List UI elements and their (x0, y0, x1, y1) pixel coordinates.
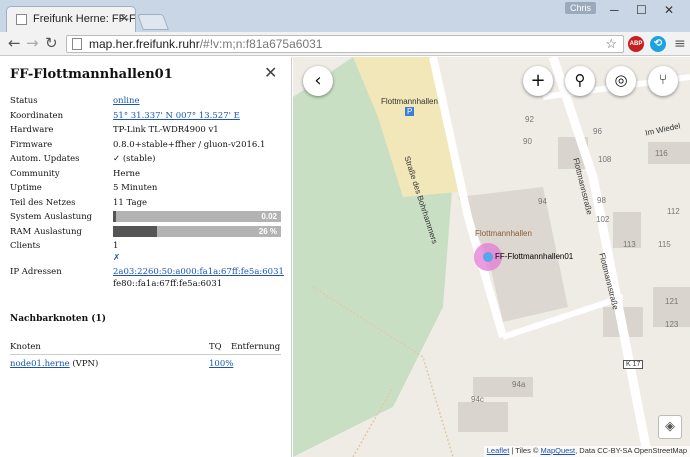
label-n123: 123 (665, 320, 679, 329)
info-row-ip-2: fe80::fa1a:67ff:fe5a:6031 (113, 279, 223, 289)
label-n112: 112 (667, 207, 680, 216)
label-road-k17: K 17 (623, 360, 644, 369)
browser-toolbar: ← → ↻ map.her.freifunk.ruhr/#!v:m;n:f81a… (0, 32, 690, 56)
load-bar-text: 0.02 (261, 212, 277, 221)
label-hall-2: Flottmannhallen (475, 229, 532, 238)
node-marker[interactable] (483, 252, 493, 262)
info-row-clients-extra: ✗ (10, 251, 281, 265)
label-n94c: 94c (471, 395, 484, 404)
label-n102: 102 (596, 215, 610, 224)
address-bar[interactable]: map.her.freifunk.ruhr/#!v:m;n:f81a675a60… (66, 35, 624, 53)
neighbours-heading: Nachbarknoten (1) (10, 313, 107, 324)
col-tq[interactable]: TQ (209, 342, 231, 352)
info-row-network-age: Teil des Netzes 11 Tage (10, 197, 148, 208)
parking-icon: P (405, 107, 415, 116)
leaflet-link[interactable]: Leaflet (487, 446, 510, 455)
new-tab-button[interactable] (137, 14, 169, 30)
building-94c (458, 402, 508, 432)
label-n90: 90 (523, 137, 532, 146)
browser-tab[interactable]: Freifunk Herne: FF-Flottmannhallen01 ✕ (6, 6, 136, 32)
back-icon[interactable]: ← (8, 34, 21, 52)
url-host: map.her.freifunk.ruhr (89, 37, 200, 51)
maximize-icon[interactable]: ☐ (636, 3, 647, 17)
ip-address-link[interactable]: 2a03:2260:50:a000:fa1a:67ff:fe5a:6031 (113, 267, 284, 277)
neighbour-tq-link[interactable]: 100% (209, 359, 233, 369)
info-row-status: Status online (10, 96, 140, 106)
clients-extra-icon[interactable]: ✗ (113, 251, 281, 265)
info-row-firmware: Firmware 0.8.0+stable+ffher / gluon-v2016… (10, 139, 266, 150)
info-row-coordinates: Koordinaten 51° 31.337' N 007° 13.527' E (10, 110, 240, 121)
info-row-ip: IP Adressen 2a03:2260:50:a000:fa1a:67ff:f… (10, 267, 284, 277)
sidebar-close-icon[interactable]: ✕ (264, 63, 277, 82)
coordinates-link[interactable]: 51° 31.337' N 007° 13.527' E (113, 111, 240, 121)
node-title: FF-Flottmannhallen01 (10, 67, 173, 82)
load-bar: 0.02 (113, 211, 281, 222)
label-n108: 108 (598, 155, 612, 164)
share-extension-icon[interactable]: ⟲ (650, 36, 666, 52)
neighbours-table-header: Knoten TQ Entfernung (10, 342, 281, 355)
label-n94a: 94a (512, 380, 526, 389)
map-graph-button[interactable]: ⑂ (648, 66, 678, 96)
load-bar-fill (113, 211, 117, 222)
map-locate-button[interactable]: ◎ (606, 66, 636, 96)
label-n92: 92 (525, 115, 534, 124)
label-n113: 113 (623, 240, 636, 249)
status-link[interactable]: online (113, 96, 140, 106)
col-node[interactable]: Knoten (10, 342, 209, 352)
neighbour-suffix: (VPN) (69, 358, 99, 369)
info-row-load: System Auslastung 0.02 (10, 210, 281, 225)
map-attribution: Leaflet | Tiles © MapQuest, Data CC-BY-S… (483, 446, 690, 457)
label-hall: Flottmannhallen (381, 97, 438, 106)
favicon-icon (16, 14, 27, 25)
info-row-ram: RAM Auslastung 26 % (10, 225, 281, 240)
ram-bar-fill (113, 225, 157, 237)
tab-close-icon[interactable]: ✕ (120, 12, 129, 25)
reload-icon[interactable]: ↻ (45, 34, 58, 52)
label-n94: 94 (538, 197, 547, 206)
ram-bar-text: 26 % (258, 226, 277, 236)
ram-bar: 26 % (113, 225, 281, 237)
info-row-hardware: Hardware TP-Link TL-WDR4900 v1 (10, 125, 219, 135)
label-n98: 98 (597, 196, 606, 205)
profile-button[interactable]: Chris (565, 2, 597, 14)
map-add-button[interactable]: + (523, 66, 553, 96)
info-row-clients: Clients 1 (10, 241, 119, 251)
menu-icon[interactable]: ≡ (674, 36, 686, 52)
label-n96: 96 (593, 127, 602, 136)
window-close-icon[interactable]: ✕ (664, 3, 674, 17)
map-back-button[interactable]: ‹ (303, 66, 333, 96)
info-row-autoupdate: Autom. Updates ✓ (stable) (10, 154, 156, 164)
label-n121: 121 (665, 297, 679, 306)
node-sidebar: FF-Flottmannhallen01 Status online Koordi… (0, 57, 292, 457)
label-n115: 115 (658, 240, 671, 249)
forward-icon[interactable]: → (26, 34, 39, 52)
neighbour-link[interactable]: node01.herne (10, 359, 70, 369)
map-pin-button[interactable]: ⚲ (565, 66, 595, 96)
url-path: /#!v:m;n:f81a675a6031 (199, 37, 323, 51)
bookmark-star-icon[interactable]: ☆ (605, 36, 617, 52)
label-n116: 116 (655, 149, 668, 158)
mapquest-link[interactable]: MapQuest (541, 446, 576, 455)
table-row: node01.herne (VPN) 100% (10, 359, 281, 369)
map-layers-button[interactable]: ◈ (658, 415, 682, 439)
map-view[interactable]: Flottmannhallen P Flottmannhallen FF-Flo… (293, 57, 690, 457)
label-node[interactable]: FF-Flottmannhallen01 (495, 252, 573, 261)
page-icon (72, 38, 82, 50)
minimize-icon[interactable]: ─ (610, 3, 619, 17)
adblock-extension-icon[interactable]: ABP (628, 36, 644, 52)
info-row-community: Community Herne (10, 168, 141, 179)
map-tiles (293, 57, 690, 457)
col-distance[interactable]: Entfernung (231, 342, 280, 352)
info-row-uptime: Uptime 5 Minuten (10, 183, 158, 193)
